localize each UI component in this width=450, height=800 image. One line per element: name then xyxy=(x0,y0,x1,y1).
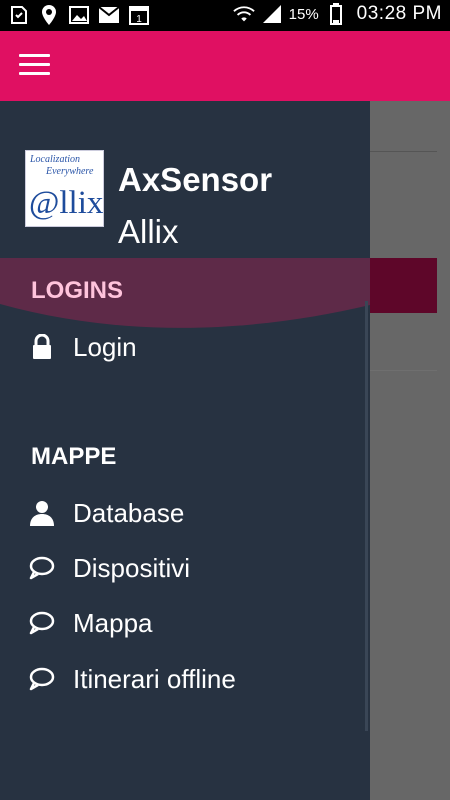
section-header-mappe: MAPPE xyxy=(31,443,117,470)
image-icon xyxy=(68,4,90,26)
battery-percent: 15% xyxy=(288,5,319,23)
chat-bubble-icon xyxy=(29,609,55,637)
lock-icon xyxy=(29,333,55,361)
signal-icon xyxy=(261,3,283,25)
calendar-icon: 1 xyxy=(128,4,150,26)
menu-item-itinerari-offline[interactable]: Itinerari offline xyxy=(0,655,370,703)
menu-item-dispositivi[interactable]: Dispositivi xyxy=(0,544,370,592)
clock: 03:28 PM xyxy=(356,3,442,24)
chat-bubble-icon xyxy=(29,665,55,693)
menu-item-login[interactable]: Login xyxy=(0,323,370,371)
mail-icon xyxy=(98,4,120,26)
chat-bubble-icon xyxy=(29,554,55,582)
hamburger-icon[interactable] xyxy=(19,54,50,76)
svg-text:1: 1 xyxy=(136,14,142,25)
location-pin-icon xyxy=(38,4,60,26)
content-highlight-band xyxy=(370,258,437,313)
person-icon xyxy=(29,499,55,527)
drawer-scrollbar[interactable] xyxy=(365,301,368,731)
app-toolbar xyxy=(0,31,450,101)
navigation-drawer: Localization Everywhere @llix AxSensor A… xyxy=(0,101,370,800)
drawer-title: AxSensor xyxy=(118,161,273,198)
menu-item-database[interactable]: Database xyxy=(0,489,370,537)
content-divider xyxy=(370,370,437,371)
section-header-logins: LOGINS xyxy=(31,277,124,304)
content-divider xyxy=(370,151,437,152)
allix-logo: Localization Everywhere @llix xyxy=(25,150,104,227)
status-bar: 1 15% 03:28 PM xyxy=(0,0,450,31)
battery-icon xyxy=(325,3,347,25)
sd-card-icon xyxy=(8,4,30,26)
wifi-icon xyxy=(232,3,255,25)
drawer-subtitle: Allix xyxy=(118,213,179,250)
menu-item-mappa[interactable]: Mappa xyxy=(0,599,370,647)
